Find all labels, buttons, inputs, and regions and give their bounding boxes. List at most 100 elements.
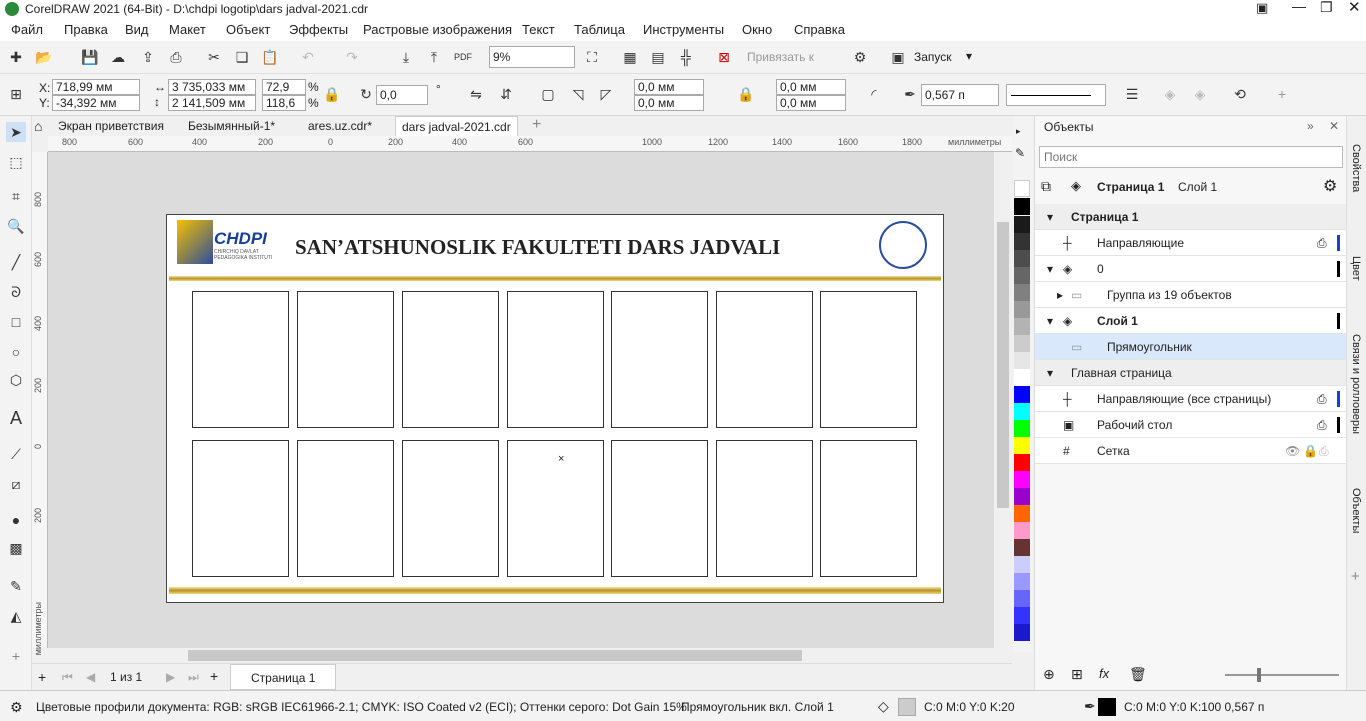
- new-layer-icon[interactable]: ⊕: [1043, 666, 1055, 683]
- drawing-canvas[interactable]: CHDPI CHIRCHIQ DAVLAT PEDAGOGIKA INSTITU…: [48, 152, 994, 648]
- zoom-page-icon[interactable]: ⛶: [582, 47, 602, 67]
- scale-y-field[interactable]: 118,6: [262, 95, 306, 111]
- grid-icon[interactable]: ▤: [648, 47, 668, 67]
- docker-close-icon[interactable]: ✕: [1329, 119, 1339, 133]
- outline-width-field[interactable]: 0,567 п: [921, 84, 999, 106]
- anchor-grid-icon[interactable]: ⊞: [6, 84, 26, 104]
- docker-expand-icon[interactable]: »: [1307, 119, 1314, 133]
- zoom-slider[interactable]: [1225, 668, 1339, 682]
- schedule-cell[interactable]: [402, 291, 499, 428]
- schedule-cell[interactable]: [611, 291, 708, 428]
- menu-object[interactable]: Объект: [226, 22, 270, 37]
- eyedropper-palette-icon[interactable]: ✎: [1015, 146, 1025, 160]
- swatch-magenta[interactable]: [1014, 471, 1030, 488]
- add-docker-icon[interactable]: +: [1351, 568, 1360, 585]
- export-icon[interactable]: ⤒: [424, 47, 444, 67]
- menu-table[interactable]: Таблица: [574, 22, 625, 37]
- tree-row[interactable]: ┼ Направляющие ⎙: [1035, 230, 1347, 256]
- snap-to-label[interactable]: Привязать к: [747, 50, 814, 64]
- freehand-tool-icon[interactable]: ╱: [6, 252, 26, 272]
- rulers-icon[interactable]: ▦: [620, 47, 640, 67]
- ellipse-tool-icon[interactable]: ○: [6, 342, 26, 362]
- upload-icon[interactable]: ⇪: [138, 47, 158, 67]
- vertical-scrollbar[interactable]: [994, 152, 1012, 648]
- tree-row-selected[interactable]: ▭ Прямоугольник: [1035, 334, 1347, 360]
- swatch-gray-60[interactable]: [1014, 267, 1030, 284]
- docker-options-icon[interactable]: ⚙: [1323, 176, 1337, 196]
- text-tool-icon[interactable]: A: [6, 408, 26, 428]
- text-wrap-icon[interactable]: ☰: [1122, 84, 1142, 104]
- new-tab-icon[interactable]: +: [532, 116, 541, 134]
- cloud-icon[interactable]: ☁: [108, 47, 128, 67]
- selection-center-icon[interactable]: ×: [558, 453, 564, 465]
- save-icon[interactable]: 💾: [80, 47, 100, 67]
- swatch-gray-30[interactable]: [1014, 318, 1030, 335]
- swatch-lavender[interactable]: [1014, 556, 1030, 573]
- minimize-icon[interactable]: —: [1292, 0, 1306, 14]
- swatch-light-blue[interactable]: [1014, 590, 1030, 607]
- launch-icon[interactable]: ▣: [888, 47, 908, 67]
- menu-edit[interactable]: Правка: [64, 22, 108, 37]
- color-profiles-text[interactable]: Цветовые профили документа: RGB: sRGB IE…: [36, 700, 687, 714]
- interactive-fill-icon[interactable]: ◭: [6, 606, 26, 626]
- drop-shadow-icon[interactable]: ●: [6, 510, 26, 530]
- new-master-layer-icon[interactable]: ⊞: [1071, 666, 1083, 683]
- print-row-icon[interactable]: ⎙: [1317, 392, 1327, 407]
- guidelines-icon[interactable]: ╬: [676, 47, 696, 67]
- horizontal-scrollbar[interactable]: [48, 648, 994, 663]
- tree-row[interactable]: ┼ Направляющие (все страницы) ⎙: [1035, 386, 1347, 412]
- fill-icon[interactable]: ◇: [878, 698, 889, 715]
- tree-row[interactable]: ▣ Рабочий стол ⎙: [1035, 412, 1347, 438]
- fill-swatch[interactable]: [898, 698, 916, 716]
- menu-window[interactable]: Окно: [742, 22, 772, 37]
- menu-bitmaps[interactable]: Растровые изображения: [363, 22, 512, 37]
- schedule-cell[interactable]: ×: [507, 440, 604, 577]
- outline-swatch[interactable]: [1098, 698, 1116, 716]
- swatch-green[interactable]: [1014, 420, 1030, 437]
- scallop-corner-icon[interactable]: ◹: [568, 84, 588, 104]
- schedule-cell[interactable]: [297, 291, 394, 428]
- print-row-icon[interactable]: ⎙: [1317, 418, 1327, 433]
- add-tool-icon[interactable]: +: [6, 646, 26, 666]
- swatch-yellow[interactable]: [1014, 437, 1030, 454]
- tree-row[interactable]: ▾ ◈ Слой 1: [1035, 308, 1347, 334]
- print-row-icon[interactable]: ⎙: [1317, 236, 1327, 251]
- add-page-icon[interactable]: +: [38, 669, 46, 685]
- add-icon[interactable]: +: [1272, 84, 1292, 104]
- tree-row[interactable]: ▾ ◈ 0: [1035, 256, 1347, 282]
- swatch-red[interactable]: [1014, 454, 1030, 471]
- menu-file[interactable]: Файл: [11, 22, 43, 37]
- swatch-periwinkle[interactable]: [1014, 573, 1030, 590]
- polygon-tool-icon[interactable]: ⬡: [6, 370, 26, 390]
- swatch-gray-20[interactable]: [1014, 335, 1030, 352]
- shape-tool-icon[interactable]: ⬚: [6, 152, 26, 172]
- lock-icon[interactable]: 🔒: [1303, 444, 1318, 458]
- blend-tool-icon[interactable]: ⧄: [6, 474, 26, 494]
- last-page-icon[interactable]: ⏭: [188, 670, 199, 685]
- next-page-icon[interactable]: ▶: [166, 670, 175, 684]
- rectangle-tool-icon[interactable]: □: [6, 312, 26, 332]
- zoom-field[interactable]: 9%: [489, 46, 575, 68]
- artistic-media-icon[interactable]: ᘐ: [6, 282, 26, 302]
- document-page[interactable]: CHDPI CHIRCHIQ DAVLAT PEDAGOGIKA INSTITU…: [166, 214, 944, 603]
- print-row-icon[interactable]: ⎙: [1319, 444, 1329, 459]
- schedule-cell[interactable]: [402, 440, 499, 577]
- mirror-v-icon[interactable]: ⇵: [496, 84, 516, 104]
- schedule-cell[interactable]: [192, 440, 289, 577]
- y-position-field[interactable]: -34,392 мм: [52, 95, 140, 111]
- paste-icon[interactable]: 📋: [260, 47, 280, 67]
- swatch-blue[interactable]: [1014, 386, 1030, 403]
- x-position-field[interactable]: 718,99 мм: [52, 79, 140, 95]
- print-icon[interactable]: ⎙: [166, 47, 186, 67]
- zoom-tool-icon[interactable]: 🔍: [6, 216, 26, 236]
- mirror-h-icon[interactable]: ⇋: [466, 84, 486, 104]
- schedule-cell[interactable]: [716, 291, 813, 428]
- corner-lock-icon[interactable]: 🔒: [736, 84, 756, 104]
- side-tab-links[interactable]: Связи и ролловеры: [1350, 334, 1362, 434]
- first-page-icon[interactable]: ⏮: [62, 670, 73, 685]
- horizontal-ruler[interactable]: 800 600 400 200 0 200 400 600 1000 1200 …: [48, 136, 1012, 152]
- swatch-orange[interactable]: [1014, 505, 1030, 522]
- chamfer-corner-icon[interactable]: ◸: [596, 84, 616, 104]
- copy-icon[interactable]: ❏: [232, 47, 252, 67]
- menu-text[interactable]: Текст: [522, 22, 555, 37]
